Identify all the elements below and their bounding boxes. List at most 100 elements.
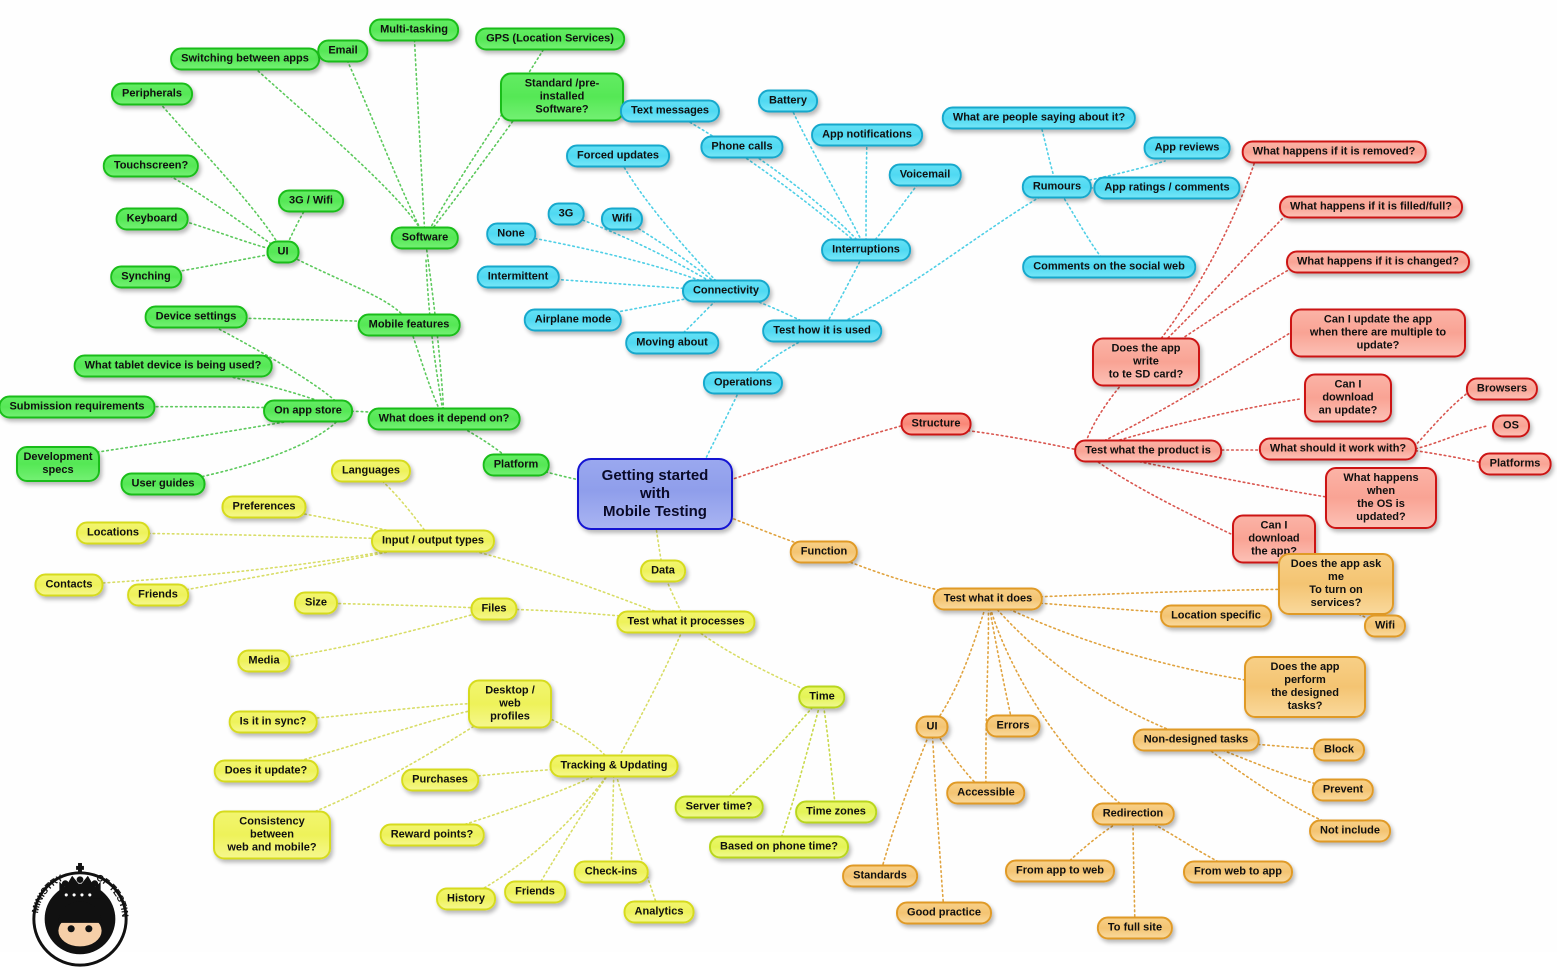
node-server-time[interactable]: Server time? — [674, 795, 764, 819]
node-test-what-it-does[interactable]: Test what it does — [932, 587, 1044, 611]
node-app-ratings-comments[interactable]: App ratings / comments — [1093, 176, 1241, 200]
node-languages[interactable]: Languages — [330, 459, 412, 483]
node-time[interactable]: Time — [798, 685, 846, 709]
node-os[interactable]: OS — [1492, 414, 1530, 438]
node-connectivity[interactable]: Connectivity — [681, 279, 771, 303]
node-from-web-to-app[interactable]: From web to app — [1183, 860, 1293, 884]
node-phone-calls[interactable]: Phone calls — [700, 135, 784, 159]
node-does-app-write-sd-card[interactable]: Does the app write to te SD card? — [1092, 337, 1200, 387]
node-friends-data[interactable]: Friends — [127, 583, 189, 607]
node-browsers[interactable]: Browsers — [1465, 377, 1539, 401]
node-test-what-the-product-is[interactable]: Test what the product is — [1074, 439, 1222, 463]
node-peripherals[interactable]: Peripherals — [111, 82, 193, 106]
node-preferences[interactable]: Preferences — [221, 495, 307, 519]
node-purchases[interactable]: Purchases — [401, 768, 479, 792]
node-errors[interactable]: Errors — [985, 714, 1041, 738]
node-good-practice[interactable]: Good practice — [896, 901, 992, 925]
node-keyboard[interactable]: Keyboard — [115, 207, 189, 231]
node-platforms[interactable]: Platforms — [1478, 452, 1552, 476]
node-locations[interactable]: Locations — [76, 521, 150, 545]
node-media[interactable]: Media — [237, 649, 291, 673]
node-touchscreen[interactable]: Touchscreen? — [102, 154, 200, 178]
node-data[interactable]: Data — [640, 559, 686, 583]
node-size[interactable]: Size — [293, 591, 339, 615]
node-multi-tasking[interactable]: Multi-tasking — [369, 18, 459, 42]
node-can-i-update-the-app[interactable]: Can I update the app when there are multi… — [1290, 308, 1466, 358]
node-gps-location-services[interactable]: GPS (Location Services) — [475, 27, 625, 51]
node-function[interactable]: Function — [789, 540, 859, 564]
node-email[interactable]: Email — [317, 39, 369, 63]
node-to-full-site[interactable]: To full site — [1096, 916, 1174, 940]
node-check-ins[interactable]: Check-ins — [573, 860, 649, 884]
node-contacts[interactable]: Contacts — [34, 573, 104, 597]
node-on-app-store[interactable]: On app store — [263, 399, 353, 423]
node-consistency-between-web-and-mobile[interactable]: Consistency between web and mobile? — [213, 810, 331, 860]
node-wifi-connectivity[interactable]: Wifi — [600, 207, 644, 231]
node-location-specific[interactable]: Location specific — [1160, 604, 1272, 628]
node-accessible[interactable]: Accessible — [946, 781, 1026, 805]
node-based-on-phone-time[interactable]: Based on phone time? — [709, 835, 849, 859]
node-submission-requirements[interactable]: Submission requirements — [0, 395, 156, 419]
node-3g-wifi[interactable]: 3G / Wifi — [278, 189, 344, 213]
node-mobile-features[interactable]: Mobile features — [357, 313, 461, 337]
node-development-specs[interactable]: Development specs — [16, 446, 100, 482]
node-non-designed-tasks[interactable]: Non-designed tasks — [1132, 728, 1260, 752]
node-not-include[interactable]: Not include — [1309, 819, 1391, 843]
node-what-happens-if-filled[interactable]: What happens if it is filled/full? — [1279, 195, 1463, 219]
node-none[interactable]: None — [486, 222, 536, 246]
node-voicemail[interactable]: Voicemail — [888, 163, 962, 187]
root-node[interactable]: Getting started with Mobile Testing — [577, 458, 733, 530]
node-does-it-update[interactable]: Does it update? — [213, 759, 319, 783]
node-friends-tracking[interactable]: Friends — [504, 880, 566, 904]
node-intermittent[interactable]: Intermittent — [476, 265, 560, 289]
node-test-how-it-is-used[interactable]: Test how it is used — [762, 319, 882, 343]
node-can-i-download-an-update[interactable]: Can I download an update? — [1304, 373, 1392, 423]
node-does-the-app-perform[interactable]: Does the app perform the designed tasks? — [1244, 656, 1366, 718]
node-prevent[interactable]: Prevent — [1311, 778, 1375, 802]
node-standards[interactable]: Standards — [842, 864, 918, 888]
node-ui-function[interactable]: UI — [915, 715, 949, 739]
node-files[interactable]: Files — [470, 597, 518, 621]
node-history[interactable]: History — [436, 887, 496, 911]
node-wifi-function[interactable]: Wifi — [1363, 614, 1407, 638]
node-desktop-web-profiles[interactable]: Desktop / web profiles — [468, 679, 552, 729]
node-does-the-app-ask-me[interactable]: Does the app ask me To turn on services? — [1278, 553, 1394, 615]
node-what-are-people-saying[interactable]: What are people saying about it? — [941, 106, 1137, 130]
node-synching[interactable]: Synching — [110, 265, 182, 289]
node-analytics[interactable]: Analytics — [623, 900, 695, 924]
node-redirection[interactable]: Redirection — [1091, 802, 1175, 826]
node-what-does-it-depend-on[interactable]: What does it depend on? — [367, 407, 521, 431]
node-app-notifications[interactable]: App notifications — [811, 123, 923, 147]
node-what-should-it-work-with[interactable]: What should it work with? — [1258, 437, 1418, 461]
node-rumours[interactable]: Rumours — [1021, 175, 1093, 199]
node-ui-platform[interactable]: UI — [266, 240, 300, 264]
node-3g[interactable]: 3G — [547, 202, 585, 226]
node-is-it-in-sync[interactable]: Is it in sync? — [228, 710, 318, 734]
node-device-settings[interactable]: Device settings — [144, 305, 248, 329]
node-tracking-and-updating[interactable]: Tracking & Updating — [549, 754, 679, 778]
node-test-what-it-processes[interactable]: Test what it processes — [616, 610, 756, 634]
node-interruptions[interactable]: Interruptions — [821, 238, 911, 262]
node-what-happens-if-removed[interactable]: What happens if it is removed? — [1241, 140, 1427, 164]
node-block[interactable]: Block — [1313, 738, 1365, 762]
node-forced-updates[interactable]: Forced updates — [566, 144, 670, 168]
node-from-app-to-web[interactable]: From app to web — [1005, 859, 1115, 883]
node-standard-preinstalled-software[interactable]: Standard /pre-installed Software? — [500, 72, 624, 122]
node-moving-about[interactable]: Moving about — [625, 331, 719, 355]
node-input-output-types[interactable]: Input / output types — [370, 529, 496, 553]
node-switching-between-apps[interactable]: Switching between apps — [170, 47, 320, 71]
node-operations[interactable]: Operations — [702, 371, 784, 395]
node-what-tablet-device[interactable]: What tablet device is being used? — [73, 354, 273, 378]
node-airplane-mode[interactable]: Airplane mode — [523, 308, 623, 332]
node-software[interactable]: Software — [390, 226, 460, 250]
node-platform[interactable]: Platform — [482, 453, 550, 477]
node-reward-points[interactable]: Reward points? — [379, 823, 485, 847]
node-battery[interactable]: Battery — [758, 89, 818, 113]
node-user-guides[interactable]: User guides — [120, 472, 206, 496]
node-app-reviews[interactable]: App reviews — [1143, 136, 1231, 160]
node-comments-on-the-social-web[interactable]: Comments on the social web — [1022, 255, 1196, 279]
node-text-messages[interactable]: Text messages — [619, 99, 721, 123]
node-structure[interactable]: Structure — [900, 412, 972, 436]
node-what-happens-if-changed[interactable]: What happens if it is changed? — [1286, 250, 1470, 274]
node-time-zones[interactable]: Time zones — [795, 800, 877, 824]
